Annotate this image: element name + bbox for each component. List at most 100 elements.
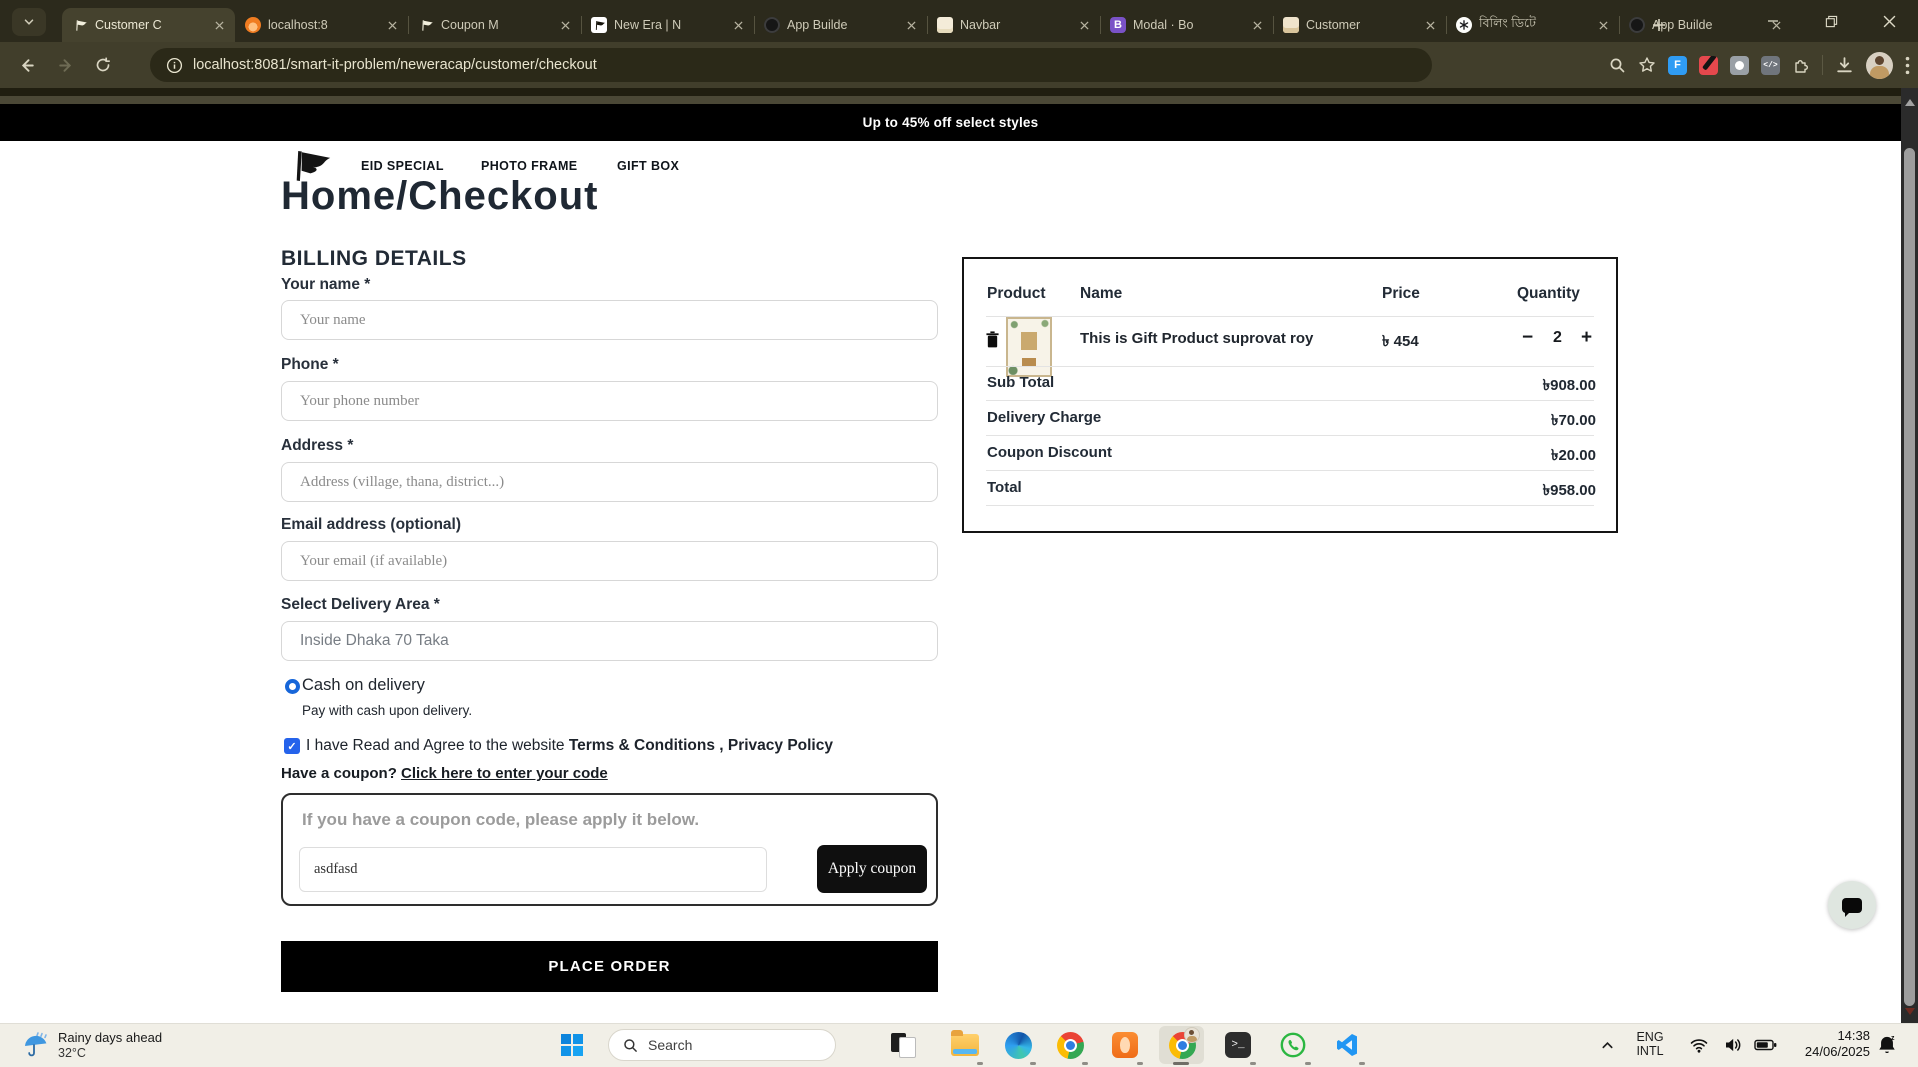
nav-gift-box[interactable]: GIFT BOX bbox=[617, 159, 679, 173]
billing-details-heading: BILLING DETAILS bbox=[281, 247, 467, 271]
document-icon bbox=[937, 17, 953, 33]
tab-close-icon[interactable] bbox=[1422, 17, 1438, 33]
coupon-code-input[interactable] bbox=[299, 847, 767, 892]
order-summary-card: Product Name Price Quantity This is Gift… bbox=[962, 257, 1618, 533]
battery-icon[interactable] bbox=[1751, 1030, 1781, 1060]
back-button[interactable] bbox=[8, 46, 46, 84]
site-info-icon[interactable] bbox=[166, 57, 183, 74]
tab-app-builder-1[interactable]: App Builde bbox=[754, 8, 927, 42]
terms-checkbox[interactable]: ✓ bbox=[284, 738, 300, 754]
taskbar-vscode[interactable] bbox=[1332, 1030, 1362, 1060]
tab-navbar[interactable]: Navbar bbox=[927, 8, 1100, 42]
tab-close-icon[interactable] bbox=[557, 17, 573, 33]
chat-widget-button[interactable] bbox=[1828, 881, 1876, 929]
apply-coupon-label: Apply coupon bbox=[828, 860, 916, 878]
tab-close-icon[interactable] bbox=[903, 17, 919, 33]
kebab-menu-icon[interactable] bbox=[1905, 56, 1910, 75]
remove-item-button[interactable] bbox=[985, 331, 1000, 348]
tab-title: Modal · Bo bbox=[1133, 18, 1242, 32]
page-top-edge bbox=[0, 96, 1901, 104]
tab-close-icon[interactable] bbox=[1076, 17, 1092, 33]
tab-title: বিলিং ডিটে bbox=[1479, 15, 1588, 35]
volume-icon[interactable] bbox=[1718, 1030, 1748, 1060]
terms-privacy-links[interactable]: Terms & Conditions , Privacy Policy bbox=[569, 737, 833, 754]
forward-button[interactable] bbox=[46, 46, 84, 84]
search-tabs-icon[interactable] bbox=[1608, 56, 1626, 74]
tab-modal-bootstrap[interactable]: B Modal · Bo bbox=[1100, 8, 1273, 42]
extension-code-icon[interactable]: </> bbox=[1761, 56, 1780, 75]
email-input[interactable] bbox=[281, 541, 938, 581]
bookmark-star-icon[interactable] bbox=[1638, 56, 1656, 74]
extension-pen-icon[interactable] bbox=[1699, 56, 1718, 75]
tab-customer-checkout[interactable]: Customer C bbox=[62, 8, 235, 42]
address-label: Address * bbox=[281, 437, 353, 455]
taskbar-edge[interactable] bbox=[1003, 1030, 1033, 1060]
minimize-button[interactable] bbox=[1744, 0, 1802, 42]
taskbar-chrome[interactable] bbox=[1055, 1030, 1085, 1060]
url-bar[interactable]: localhost:8081/smart-it-problem/neweraca… bbox=[150, 48, 1432, 82]
tab-close-icon[interactable] bbox=[211, 17, 227, 33]
quantity-increase-button[interactable]: + bbox=[1581, 327, 1592, 349]
scrollbar-thumb[interactable] bbox=[1904, 148, 1915, 1006]
maximize-button[interactable] bbox=[1802, 0, 1860, 42]
scrollbar-up-arrow[interactable] bbox=[1905, 99, 1915, 106]
newera-flag-icon bbox=[591, 17, 607, 33]
phone-input[interactable] bbox=[281, 381, 938, 421]
address-input[interactable] bbox=[281, 462, 938, 502]
tab-close-icon[interactable] bbox=[1595, 17, 1611, 33]
name-input[interactable] bbox=[281, 300, 938, 340]
extension-f-icon[interactable]: F bbox=[1668, 56, 1687, 75]
language-indicator[interactable]: ENG INTL bbox=[1630, 1030, 1670, 1058]
extension-camera-icon[interactable] bbox=[1730, 56, 1749, 75]
tab-close-icon[interactable] bbox=[1249, 17, 1265, 33]
taskbar-terminal[interactable]: >_ bbox=[1223, 1030, 1253, 1060]
taskbar-search[interactable]: Search bbox=[608, 1029, 836, 1061]
coupon-toggle-link[interactable]: Click here to enter your code bbox=[401, 765, 608, 782]
tab-close-icon[interactable] bbox=[384, 17, 400, 33]
wifi-icon[interactable] bbox=[1684, 1030, 1714, 1060]
subtotal-label: Sub Total bbox=[987, 374, 1054, 391]
taskbar-chrome-profile[interactable] bbox=[1167, 1030, 1197, 1060]
have-coupon-text: Have a coupon? bbox=[281, 765, 401, 782]
taskbar-clock[interactable]: 14:38 24/06/2025 bbox=[1805, 1028, 1870, 1059]
weather-widget[interactable] bbox=[22, 1030, 52, 1060]
tab-close-icon[interactable] bbox=[730, 17, 746, 33]
tab-search-button[interactable] bbox=[12, 8, 46, 36]
cash-on-delivery-radio[interactable] bbox=[285, 679, 300, 694]
toolbar-actions: F </> bbox=[1608, 48, 1910, 82]
reload-button[interactable] bbox=[84, 46, 122, 84]
taskbar-whatsapp[interactable] bbox=[1278, 1030, 1308, 1060]
taskbar-xampp[interactable] bbox=[1110, 1030, 1140, 1060]
downloads-icon[interactable] bbox=[1835, 56, 1854, 75]
taskbar-app-snip[interactable] bbox=[888, 1030, 918, 1060]
scrollbar-down-arrow[interactable] bbox=[1905, 1008, 1915, 1015]
tray-chevron-up[interactable] bbox=[1592, 1030, 1622, 1060]
close-window-button[interactable] bbox=[1860, 0, 1918, 42]
extensions-puzzle-icon[interactable] bbox=[1792, 56, 1810, 74]
tab-billing-details[interactable]: বিলিং ডিটে bbox=[1446, 8, 1619, 42]
divider bbox=[986, 316, 1594, 317]
tab-title: Customer C bbox=[95, 18, 204, 32]
new-tab-button[interactable] bbox=[1644, 10, 1674, 40]
notification-bell-icon[interactable]: z bbox=[1872, 1030, 1902, 1060]
apply-coupon-button[interactable]: Apply coupon bbox=[817, 845, 927, 893]
clock-time: 14:38 bbox=[1837, 1028, 1870, 1043]
profile-avatar[interactable] bbox=[1866, 52, 1893, 79]
nav-photo-frame[interactable]: PHOTO FRAME bbox=[481, 159, 578, 173]
agreement-prefix: I have Read and Agree to the website bbox=[306, 737, 569, 754]
taskbar-file-explorer[interactable] bbox=[950, 1030, 980, 1060]
start-button[interactable] bbox=[557, 1030, 587, 1060]
tab-new-era[interactable]: New Era | N bbox=[581, 8, 754, 42]
tab-customer-2[interactable]: Customer bbox=[1273, 8, 1446, 42]
nav-eid-special[interactable]: EID SPECIAL bbox=[361, 159, 444, 173]
weather-temperature: 32°C bbox=[58, 1046, 86, 1060]
tab-localhost[interactable]: localhost:8 bbox=[235, 8, 408, 42]
place-order-button[interactable]: PLACE ORDER bbox=[281, 941, 938, 992]
app-builder-icon bbox=[1629, 17, 1645, 33]
tab-coupon[interactable]: Coupon M bbox=[408, 8, 581, 42]
weather-headline[interactable]: Rainy days ahead bbox=[58, 1030, 162, 1045]
delivery-area-select[interactable]: Inside Dhaka 70 Taka bbox=[281, 621, 938, 661]
divider bbox=[986, 470, 1594, 471]
quantity-decrease-button[interactable]: − bbox=[1522, 327, 1533, 349]
tab-title: localhost:8 bbox=[268, 18, 377, 32]
